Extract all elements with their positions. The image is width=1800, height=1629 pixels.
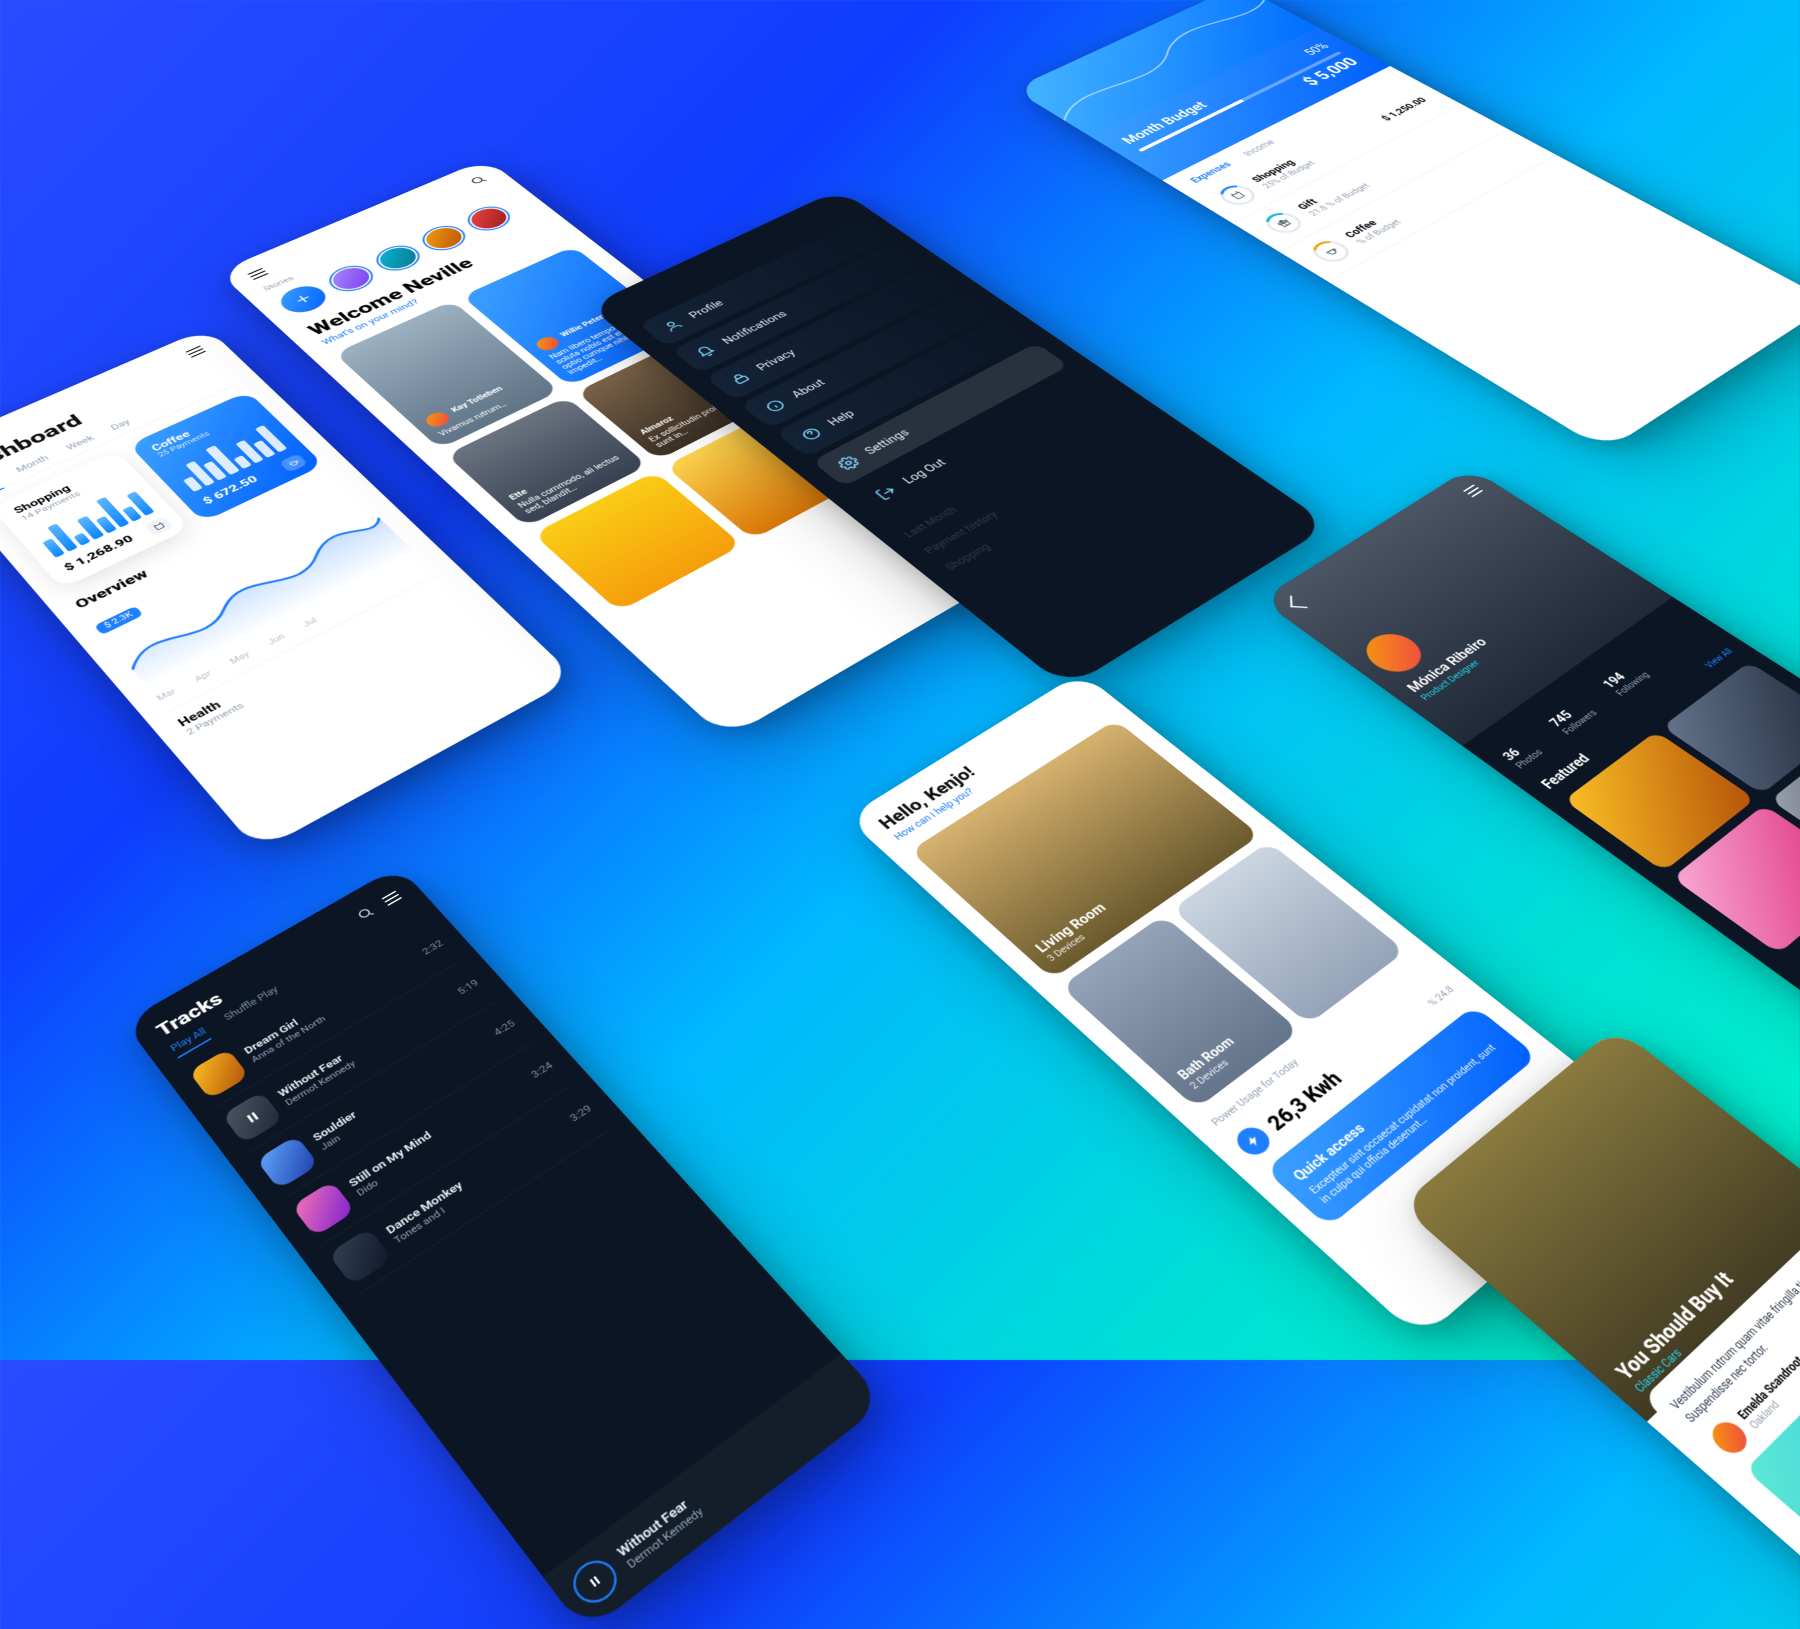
pause-icon <box>242 1108 264 1126</box>
budget-pct: 50% <box>1300 41 1332 57</box>
budget-screen: Month Budget 50% $ 5,000 Expenses Income… <box>1013 0 1800 451</box>
tab-day[interactable]: Day <box>109 418 132 432</box>
bag-icon <box>1213 182 1261 209</box>
story-avatar[interactable] <box>414 221 473 255</box>
tab-week[interactable]: Week <box>64 434 96 452</box>
story-avatar[interactable] <box>460 202 518 236</box>
story-avatar[interactable] <box>368 241 427 276</box>
tracks-screen: Tracks Play All Shuffle Play Dream GirlA… <box>124 866 886 1629</box>
stat-followers[interactable]: 745Followers <box>1546 698 1600 736</box>
view-all-link[interactable]: View All <box>1702 646 1735 670</box>
logout-icon <box>872 483 901 502</box>
menu-icon[interactable] <box>382 891 403 906</box>
stat-photos[interactable]: 36Photos <box>1499 737 1546 771</box>
info-icon <box>761 397 789 415</box>
search-icon[interactable] <box>467 174 489 187</box>
search-icon[interactable] <box>354 905 377 923</box>
back-icon[interactable] <box>1290 596 1308 609</box>
menu-icon[interactable] <box>1463 484 1483 497</box>
story-avatar[interactable] <box>321 261 381 297</box>
tab-month[interactable]: Month <box>14 454 51 474</box>
gear-icon <box>834 454 863 473</box>
pause-icon[interactable] <box>565 1552 625 1611</box>
stat-following[interactable]: 194Following <box>1599 661 1652 698</box>
menu-icon[interactable] <box>247 268 268 280</box>
lock-icon <box>726 370 754 387</box>
add-story-button[interactable]: + <box>273 281 333 318</box>
user-icon <box>659 318 686 334</box>
help-icon <box>797 425 825 443</box>
coffee-icon <box>1306 237 1356 266</box>
power-pct: % 24.8 <box>1425 983 1457 1008</box>
bolt-icon <box>1231 1122 1276 1160</box>
bell-icon <box>692 343 719 360</box>
gift-icon <box>1259 209 1308 237</box>
